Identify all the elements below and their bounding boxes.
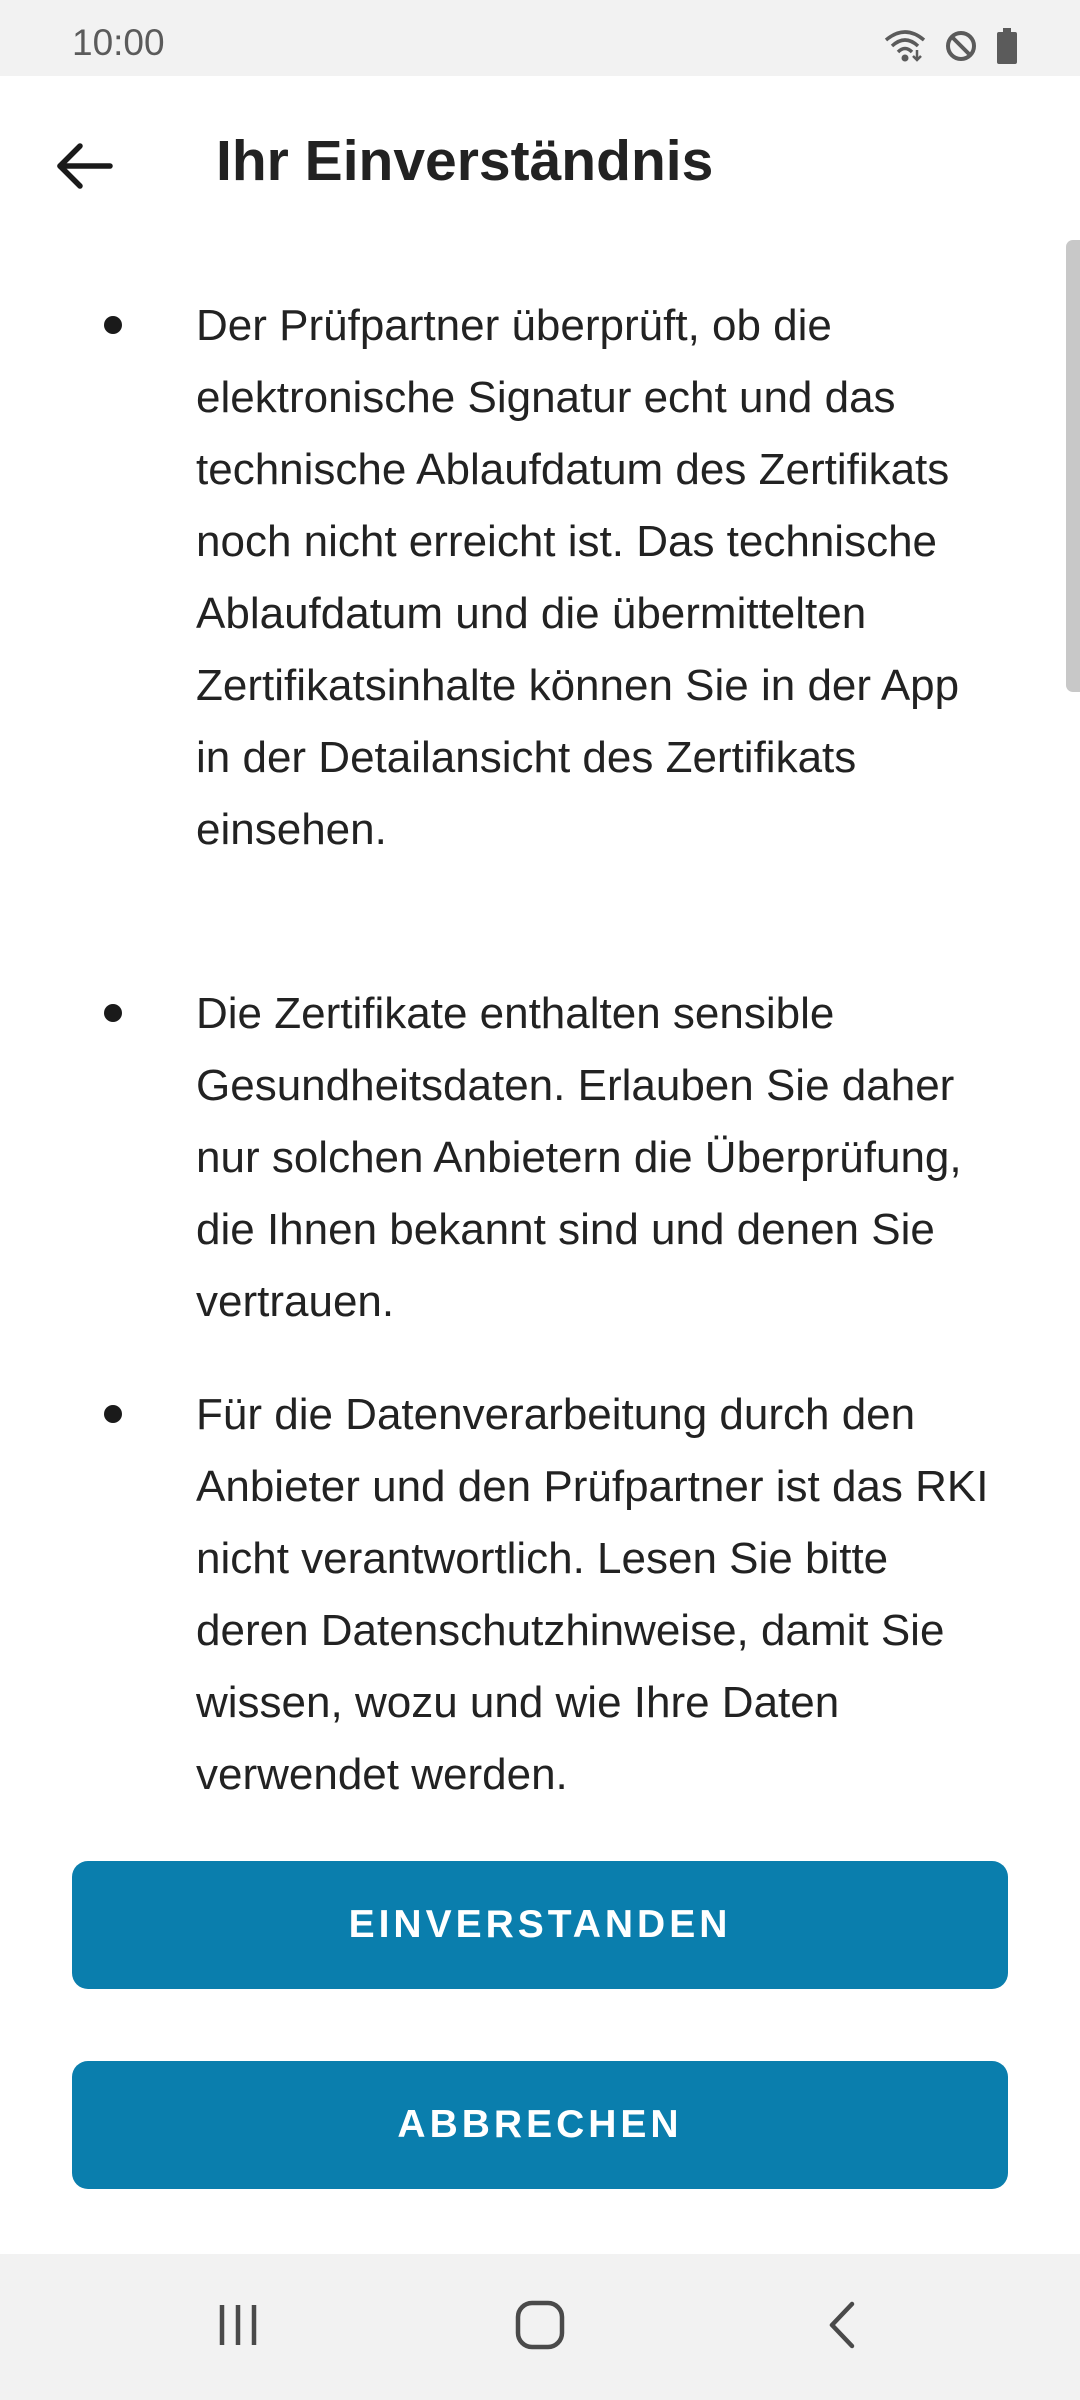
back-nav-icon xyxy=(826,2300,858,2355)
status-time: 10:00 xyxy=(72,22,165,63)
bullet-text: Für die Datenverarbeitung durch den Anbi… xyxy=(196,1390,989,1799)
cancel-button[interactable]: ABBRECHEN xyxy=(72,2061,1008,2189)
recent-apps-button[interactable] xyxy=(178,2282,298,2372)
wifi-icon xyxy=(884,28,926,69)
consent-content: Der Prüfpartner überprüft, ob die elektr… xyxy=(0,290,1080,1830)
arrow-left-icon xyxy=(54,142,114,195)
status-icons xyxy=(884,27,1018,69)
home-button[interactable] xyxy=(480,2282,600,2372)
app-bar: Ihr Einverständnis xyxy=(0,76,1080,252)
recent-apps-icon xyxy=(214,2301,262,2354)
page-title: Ihr Einverständnis xyxy=(216,129,714,193)
battery-icon xyxy=(996,27,1018,69)
back-nav-button[interactable] xyxy=(782,2282,902,2372)
status-bar: 10:00 xyxy=(0,0,1080,76)
bullet-icon xyxy=(104,1405,122,1423)
bullet-text: Der Prüfpartner überprüft, ob die elektr… xyxy=(196,301,960,854)
agree-button[interactable]: EINVERSTANDEN xyxy=(72,1861,1008,1989)
system-nav-bar xyxy=(0,2254,1080,2400)
bullet-icon xyxy=(104,1004,122,1022)
do-not-disturb-icon xyxy=(944,29,978,68)
back-button[interactable] xyxy=(38,122,130,214)
home-icon xyxy=(514,2299,566,2356)
bullet-text: Die Zertifikate enthalten sensible Gesun… xyxy=(196,989,962,1326)
bullet-icon xyxy=(104,316,122,334)
